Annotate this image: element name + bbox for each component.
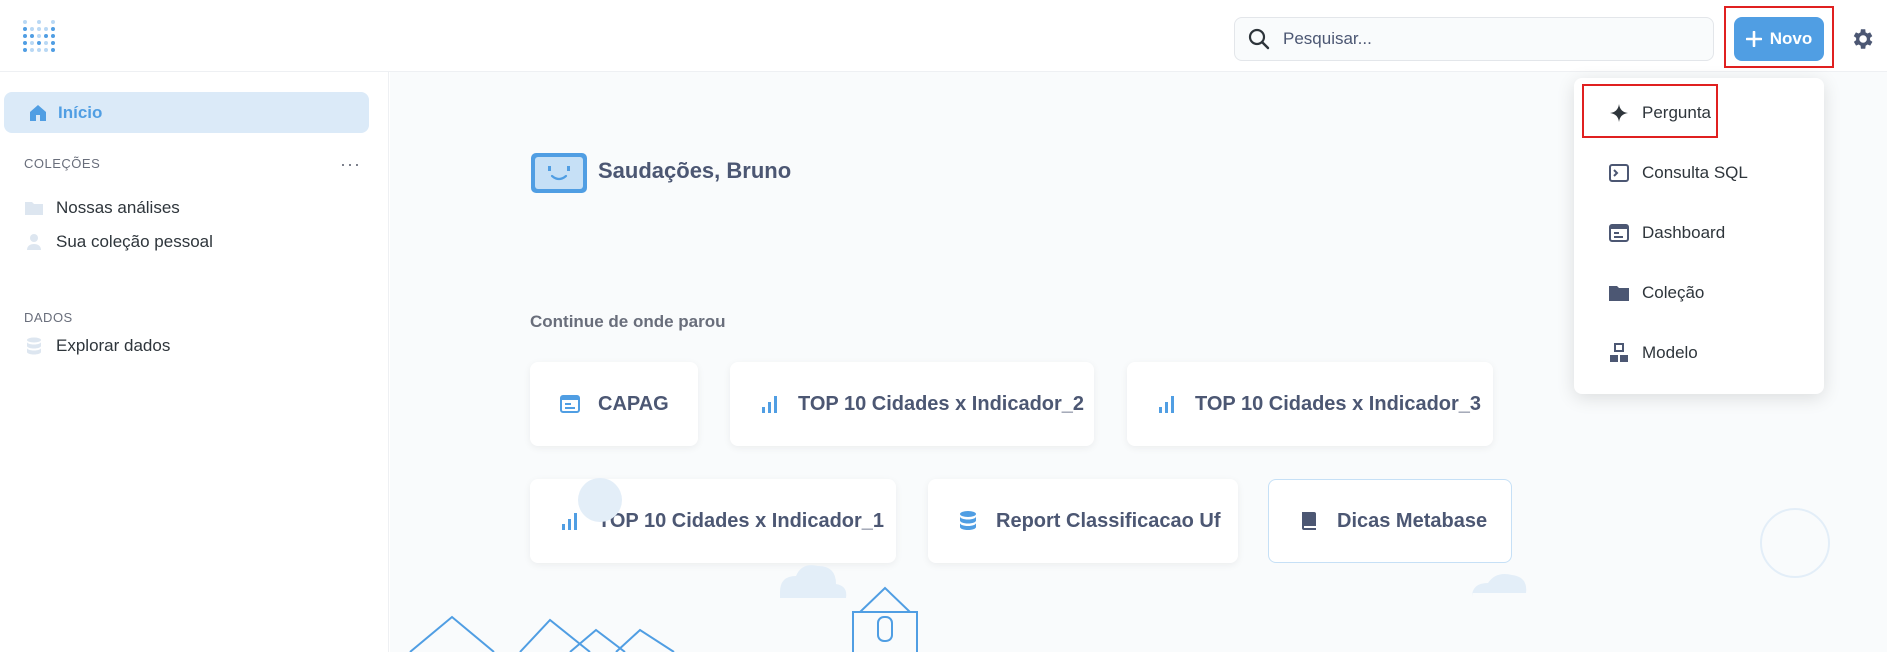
sidebar-item-home[interactable]: Início (4, 92, 369, 133)
continue-section-title: Continue de onde parou (530, 312, 726, 331)
new-menu-item-dashboard[interactable]: Dashboard (1608, 222, 1725, 244)
sidebar-item-label: Explorar dados (56, 336, 171, 355)
sidebar-item-home-label: Início (58, 102, 103, 122)
sidebar-item-explore-data[interactable]: Explorar dados (24, 336, 170, 356)
new-menu-item-label: Dashboard (1642, 223, 1726, 242)
new-menu-item-collection[interactable]: Coleção (1608, 282, 1704, 304)
recent-item-card[interactable]: TOP 10 Cidades x Indicador_2 (730, 362, 1094, 446)
landscape-illustration (409, 478, 1830, 652)
new-menu-item-label: Coleção (1642, 283, 1705, 302)
recent-item-card[interactable]: CAPAG (530, 362, 698, 446)
dashboard-icon (1609, 224, 1629, 242)
smiling-monitor-icon (531, 153, 587, 193)
new-menu-item-model[interactable]: Modelo (1608, 342, 1698, 364)
sidebar-item-our-analyses[interactable]: Nossas análises (24, 198, 180, 218)
folder-icon (25, 202, 43, 215)
search-bar[interactable] (1234, 17, 1714, 61)
sidebar-item-label: Nossas análises (56, 198, 180, 217)
model-icon (1610, 343, 1628, 362)
recent-item-label: TOP 10 Cidades x Indicador_3 (1195, 392, 1482, 415)
sql-icon (1609, 164, 1629, 182)
collections-more-button[interactable]: ··· (340, 154, 361, 175)
recent-item-label: TOP 10 Cidades x Indicador_2 (798, 392, 1085, 415)
metabase-logo-icon[interactable] (22, 19, 56, 59)
person-icon (27, 234, 41, 250)
sidebar-item-label: Sua coleção pessoal (56, 232, 213, 251)
new-menu-item-label: Consulta SQL (1642, 163, 1748, 182)
sidebar: Início COLEÇÕES ··· Nossas análises Sua … (0, 72, 389, 652)
new-menu-item-sql-query[interactable]: Consulta SQL (1608, 162, 1748, 184)
recent-item-label: CAPAG (598, 392, 669, 415)
bar-chart-icon (1159, 396, 1174, 413)
search-icon (1248, 28, 1270, 50)
highlight-box-new-button (1724, 6, 1834, 68)
database-icon (27, 337, 41, 355)
folder-icon (1609, 286, 1629, 301)
home-icon (30, 104, 46, 121)
greeting: Saudações, Bruno (598, 158, 792, 183)
recent-item-card[interactable]: TOP 10 Cidades x Indicador_3 (1127, 362, 1493, 446)
collections-section-title: COLEÇÕES (24, 156, 101, 171)
gear-icon[interactable] (1849, 26, 1875, 52)
search-input[interactable] (1283, 29, 1683, 49)
sidebar-item-personal-collection[interactable]: Sua coleção pessoal (24, 232, 213, 252)
data-section-title: DADOS (24, 310, 73, 325)
highlight-box-question (1582, 84, 1718, 138)
new-menu-item-label: Modelo (1642, 343, 1698, 362)
top-bar: Novo (0, 0, 1887, 72)
dashboard-icon (560, 395, 580, 413)
bar-chart-icon (762, 396, 777, 413)
